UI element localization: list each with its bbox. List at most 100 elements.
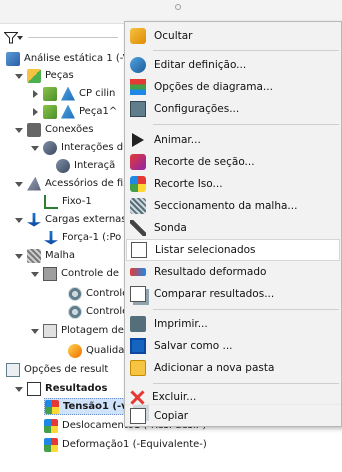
menu-item-copy[interactable]: Copiar xyxy=(126,405,340,427)
expand-caret-icon[interactable] xyxy=(14,125,24,135)
tree-item-part2[interactable]: Peça1^ xyxy=(30,103,117,120)
tree-item-fixtures[interactable]: Acessórios de fix xyxy=(14,175,129,192)
mesh-icon xyxy=(27,248,41,263)
collapse-caret-icon[interactable] xyxy=(30,89,40,99)
result-plot-icon xyxy=(44,437,58,452)
menu-item-mesh-sectioning[interactable]: Seccionamento da malha... xyxy=(126,195,340,217)
menu-item-settings[interactable]: Configurações... xyxy=(126,98,340,120)
tree-item-label: Resultados xyxy=(45,383,108,394)
expand-caret-icon[interactable] xyxy=(30,143,40,153)
folder-icon xyxy=(130,360,146,376)
expand-caret-icon[interactable] xyxy=(30,326,40,336)
copy-icon xyxy=(130,408,146,424)
tree-item-label: Deformação1 (-Equivalente-) xyxy=(62,439,207,450)
expand-caret-icon[interactable] xyxy=(14,179,24,189)
menu-item-add-to-folder[interactable]: Adicionar a nova pasta xyxy=(126,357,340,379)
tree-item-results[interactable]: Resultados xyxy=(14,380,108,397)
tree-item-result-strain[interactable]: Deformação1 (-Equivalente-) xyxy=(44,436,207,453)
context-menu: Ocultar Editar definição... Opções de di… xyxy=(124,21,342,411)
expand-caret-icon[interactable] xyxy=(14,384,24,394)
mesh-control-item-icon xyxy=(68,286,82,301)
delete-icon xyxy=(130,390,144,404)
save-icon xyxy=(130,338,146,354)
tree-item-fixed1[interactable]: Fixo-1 xyxy=(44,193,92,210)
tree-item-loads[interactable]: Cargas externas xyxy=(14,211,127,228)
tree-item-label: Interaçã xyxy=(74,160,116,171)
menu-item-section-clipping[interactable]: Recorte de seção... xyxy=(126,151,340,173)
tree-item-label: Força-1 (:Po xyxy=(62,232,122,243)
tree-item-label: Qualida xyxy=(86,345,125,356)
tree-item-mesh-control-2[interactable]: Controle xyxy=(68,303,128,320)
tree-item-interaction[interactable]: Interaçã xyxy=(56,157,115,174)
menu-item-animate[interactable]: Animar... xyxy=(126,129,340,151)
study-icon xyxy=(6,51,20,66)
play-icon xyxy=(132,133,144,147)
result-plot-icon xyxy=(44,418,58,433)
tree-item-label: CP cilin xyxy=(79,88,116,99)
tree-item-label: Opções de result xyxy=(24,364,109,375)
tree-item-mesh[interactable]: Malha xyxy=(14,247,75,264)
tree-item-label: Interações d xyxy=(61,142,124,153)
menu-item-iso-clipping[interactable]: Recorte Iso... xyxy=(126,173,340,195)
tree-item-mesh-control-1[interactable]: Controle xyxy=(68,285,128,302)
mesh-control-item-icon xyxy=(68,304,82,319)
part-icon xyxy=(43,104,57,119)
menu-item-compare-results[interactable]: Comparar resultados... xyxy=(126,283,340,305)
tree-item-interactions[interactable]: Interações d xyxy=(30,139,123,156)
interaction-icon xyxy=(56,158,70,173)
filter-divider xyxy=(28,37,118,38)
result-plot-icon xyxy=(45,399,59,414)
menu-item-edit-definition[interactable]: Editar definição... xyxy=(126,54,340,76)
menu-item-hide[interactable]: Ocultar xyxy=(126,25,340,47)
tree-item-part1[interactable]: CP cilin xyxy=(30,85,115,102)
material-icon xyxy=(61,104,75,119)
iso-clipping-icon xyxy=(130,176,146,192)
menu-item-probe[interactable]: Sonda xyxy=(126,217,340,239)
filter-dropdown-icon[interactable] xyxy=(17,36,23,40)
tree-item-label: Cargas externas xyxy=(45,214,127,225)
tree-item-label: Peças xyxy=(45,70,74,81)
mesh-control-icon xyxy=(43,266,57,281)
chart-options-icon xyxy=(130,79,146,95)
tree-item-connections[interactable]: Conexões xyxy=(14,121,94,138)
menu-item-deformed-result[interactable]: Resultado deformado xyxy=(126,261,340,283)
fixed-geometry-icon xyxy=(44,194,58,209)
section-clipping-icon xyxy=(130,154,146,170)
tree-item-mesh-plot[interactable]: Plotagem de xyxy=(30,322,124,339)
settings-icon xyxy=(130,101,146,117)
loads-icon xyxy=(27,212,41,227)
tree-item-label: Fixo-1 xyxy=(62,196,92,207)
expand-caret-icon[interactable] xyxy=(14,71,24,81)
tree-item-mesh-control[interactable]: Controle de xyxy=(30,265,119,282)
expand-caret-icon[interactable] xyxy=(14,215,24,225)
menu-item-chart-options[interactable]: Opções de diagrama... xyxy=(126,76,340,98)
menu-item-list-selected[interactable]: Listar selecionados xyxy=(126,239,340,261)
tree-item-force1[interactable]: Força-1 (:Po xyxy=(44,229,121,246)
deformed-result-icon xyxy=(130,268,146,276)
menu-separator xyxy=(153,50,339,51)
results-folder-icon xyxy=(27,381,41,396)
mesh-plot-icon xyxy=(43,323,57,338)
tree-item-study[interactable]: Análise estática 1 (-V... xyxy=(6,50,138,67)
print-icon xyxy=(130,316,146,332)
fixtures-icon xyxy=(27,176,41,191)
mesh-sectioning-icon xyxy=(130,198,146,214)
menu-item-save-as[interactable]: Salvar como ... xyxy=(126,335,340,357)
tree-item-label: Controle xyxy=(86,288,129,299)
compare-results-icon xyxy=(130,286,146,302)
tree-item-label: Malha xyxy=(45,250,75,261)
tree-item-label: Conexões xyxy=(45,124,94,135)
tree-item-parts[interactable]: Peças xyxy=(14,67,74,84)
part-icon xyxy=(43,86,57,101)
expand-caret-icon[interactable] xyxy=(14,251,24,261)
panel-grip-icon[interactable] xyxy=(175,4,181,10)
tree-item-label: Controle de xyxy=(61,268,119,279)
collapse-caret-icon[interactable] xyxy=(30,107,40,117)
tree-item-quality[interactable]: Qualida xyxy=(68,342,124,359)
connections-icon xyxy=(27,122,41,137)
menu-item-print[interactable]: Imprimir... xyxy=(126,313,340,335)
edit-definition-icon xyxy=(130,57,146,73)
tree-item-result-options[interactable]: Opções de result xyxy=(6,361,108,378)
expand-caret-icon[interactable] xyxy=(30,269,40,279)
menu-separator xyxy=(153,124,339,125)
